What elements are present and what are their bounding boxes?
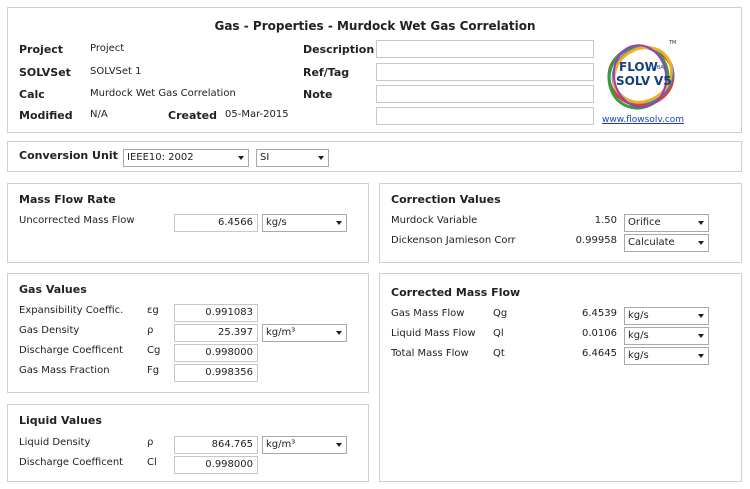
liquid-row-symbol: Cl xyxy=(147,457,157,468)
gas-mass-fraction-input[interactable]: 0.998356 xyxy=(174,364,258,382)
reftag-field[interactable] xyxy=(376,63,594,81)
gas-row-label: Expansibility Coeffic. xyxy=(19,305,124,316)
liquid-values-title: Liquid Values xyxy=(19,414,102,427)
chevron-down-icon xyxy=(336,331,342,335)
correction-row-value: 1.50 xyxy=(594,215,617,226)
description-label: Description xyxy=(303,43,375,56)
corrected-row-value: 6.4645 xyxy=(582,348,617,359)
chevron-down-icon xyxy=(698,334,704,338)
corrected-row-symbol: Qt xyxy=(493,348,505,359)
liquid-density-unit-select[interactable]: kg/m³ xyxy=(262,436,347,454)
corrected-panel xyxy=(379,273,742,482)
gas-discharge-input[interactable]: 0.998000 xyxy=(174,344,258,362)
calc-value: Murdock Wet Gas Correlation xyxy=(90,88,236,99)
liquid-row-label: Discharge Coefficent xyxy=(19,457,124,468)
uncorrected-mass-flow-label: Uncorrected Mass Flow xyxy=(19,215,135,226)
logo-text-ba: BA xyxy=(657,65,664,71)
gas-density-input[interactable]: 25.397 xyxy=(174,324,258,342)
mass-flow-title: Mass Flow Rate xyxy=(19,193,116,206)
liquid-mass-flow-unit: kg/s xyxy=(628,330,649,341)
conversion-standard-select[interactable]: IEEE10: 2002 xyxy=(123,149,249,167)
gas-row-symbol: Cg xyxy=(147,345,161,356)
correction-row-label: Murdock Variable xyxy=(391,215,478,226)
chevron-down-icon xyxy=(698,314,704,318)
gas-density-unit-select[interactable]: kg/m³ xyxy=(262,324,347,342)
dickenson-jamieson-select[interactable]: Calculate xyxy=(624,234,709,252)
total-mass-flow-unit-select[interactable]: kg/s xyxy=(624,347,709,365)
corrected-row-value: 6.4539 xyxy=(582,308,617,319)
gas-mass-flow-unit-select[interactable]: kg/s xyxy=(624,307,709,325)
project-value: Project xyxy=(90,43,125,54)
logo-text-flow: FLOW xyxy=(619,60,658,74)
corrected-row-symbol: Qg xyxy=(493,308,508,319)
liquid-row-label: Liquid Density xyxy=(19,437,91,448)
murdock-variable-option: Orifice xyxy=(628,217,661,228)
chevron-down-icon xyxy=(318,156,324,160)
modified-value: N/A xyxy=(90,109,108,120)
extra-note-field[interactable] xyxy=(376,107,594,125)
total-mass-flow-unit: kg/s xyxy=(628,350,649,361)
corrected-row-label: Liquid Mass Flow xyxy=(391,328,476,339)
liquid-density-unit: kg/m³ xyxy=(266,439,296,450)
reftag-label: Ref/Tag xyxy=(303,66,350,79)
correction-row-label: Dickenson Jamieson Corr xyxy=(391,235,516,246)
chevron-down-icon xyxy=(698,241,704,245)
liquid-density-input[interactable]: 864.765 xyxy=(174,436,258,454)
conversion-system-select[interactable]: SI xyxy=(256,149,329,167)
dickenson-jamieson-option: Calculate xyxy=(628,237,675,248)
liquid-discharge-input[interactable]: 0.998000 xyxy=(174,456,258,474)
flowsolv-logo: FLOW BA SOLV V5 TM xyxy=(603,40,679,112)
solvset-value: SOLVSet 1 xyxy=(90,66,142,77)
corrected-row-value: 0.0106 xyxy=(582,328,617,339)
logo-text-solv: SOLV xyxy=(616,74,651,88)
logo-text-v5: V5 xyxy=(654,74,672,88)
expansibility-input[interactable]: 0.991083 xyxy=(174,304,258,322)
conversion-unit-label: Conversion Unit xyxy=(19,149,118,162)
conversion-system-value: SI xyxy=(260,152,270,163)
calc-label: Calc xyxy=(19,88,45,101)
gas-values-title: Gas Values xyxy=(19,283,87,296)
gas-row-symbol: ρ xyxy=(147,325,154,336)
logo-text-tm: TM xyxy=(669,40,677,46)
chevron-down-icon xyxy=(698,354,704,358)
uncorrected-mass-flow-unit: kg/s xyxy=(266,217,287,228)
project-label: Project xyxy=(19,43,64,56)
description-field[interactable] xyxy=(376,40,594,58)
corrected-row-symbol: Ql xyxy=(493,328,504,339)
solvset-label: SOLVSet xyxy=(19,66,71,79)
created-value: 05-Mar-2015 xyxy=(225,109,289,120)
liquid-mass-flow-unit-select[interactable]: kg/s xyxy=(624,327,709,345)
gas-mass-flow-unit: kg/s xyxy=(628,310,649,321)
uncorrected-mass-flow-unit-select[interactable]: kg/s xyxy=(262,214,347,232)
uncorrected-mass-flow-input[interactable]: 6.4566 xyxy=(174,214,258,232)
conversion-standard-value: IEEE10: 2002 xyxy=(127,152,194,163)
gas-row-label: Gas Mass Fraction xyxy=(19,365,110,376)
gas-row-label: Discharge Coefficent xyxy=(19,345,124,356)
note-label: Note xyxy=(303,88,333,101)
gas-density-unit: kg/m³ xyxy=(266,327,296,338)
corrected-row-label: Gas Mass Flow xyxy=(391,308,465,319)
note-field[interactable] xyxy=(376,85,594,103)
chevron-down-icon xyxy=(238,156,244,160)
gas-row-symbol: Fg xyxy=(147,365,160,376)
chevron-down-icon xyxy=(336,221,342,225)
flowsolv-link[interactable]: www.flowsolv.com xyxy=(602,115,684,125)
corrected-row-label: Total Mass Flow xyxy=(391,348,469,359)
correction-row-value: 0.99958 xyxy=(575,235,617,246)
gas-row-symbol: εg xyxy=(147,305,159,316)
page-title: Gas - Properties - Murdock Wet Gas Corre… xyxy=(214,19,536,33)
gas-row-label: Gas Density xyxy=(19,325,80,336)
chevron-down-icon xyxy=(336,443,342,447)
liquid-row-symbol: ρ xyxy=(147,437,154,448)
corrected-title: Corrected Mass Flow xyxy=(391,286,521,299)
created-label: Created xyxy=(168,109,217,122)
chevron-down-icon xyxy=(698,221,704,225)
modified-label: Modified xyxy=(19,109,73,122)
correction-title: Correction Values xyxy=(391,193,501,206)
murdock-variable-select[interactable]: Orifice xyxy=(624,214,709,232)
